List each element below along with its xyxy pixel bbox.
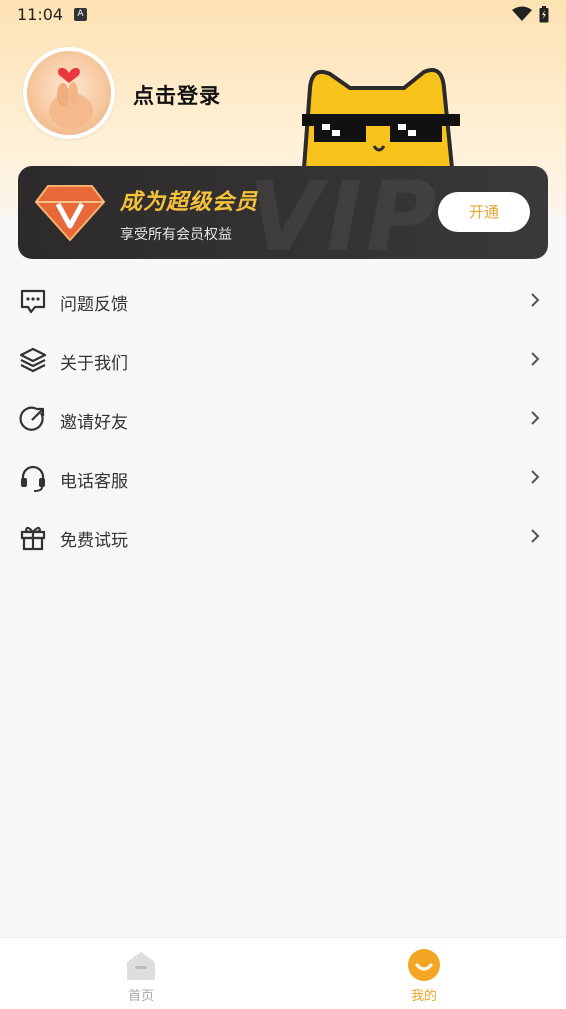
gift-icon bbox=[20, 526, 46, 551]
heart-hand-icon bbox=[49, 67, 93, 129]
status-bar: 11:04 A bbox=[0, 0, 566, 30]
chevron-right-icon bbox=[531, 293, 540, 307]
cat-mascot-illustration bbox=[301, 68, 460, 168]
activate-vip-button[interactable]: 开通 bbox=[438, 192, 530, 232]
menu-label: 关于我们 bbox=[60, 354, 128, 374]
chevron-right-icon bbox=[531, 352, 540, 366]
vip-title: 成为超级会员 bbox=[120, 190, 259, 215]
vip-watermark: VIP bbox=[248, 166, 441, 259]
login-link[interactable]: 点击登录 bbox=[133, 80, 221, 110]
menu-item-invite[interactable]: 邀请好友 bbox=[0, 389, 566, 448]
menu-label: 邀请好友 bbox=[60, 413, 128, 433]
vip-banner[interactable]: VIP 成为超级会员 享受所有会员权益 开通 bbox=[18, 166, 548, 259]
tab-mine[interactable]: 我的 bbox=[364, 938, 484, 1009]
menu-item-feedback[interactable]: 问题反馈 bbox=[0, 271, 566, 330]
menu-item-free-trial[interactable]: 免费试玩 bbox=[0, 507, 566, 566]
vip-diamond-icon bbox=[34, 185, 106, 242]
bottom-navigation: 首页 我的 bbox=[0, 937, 566, 1009]
chevron-right-icon bbox=[531, 529, 540, 543]
menu-label: 电话客服 bbox=[60, 472, 128, 492]
share-arrow-icon bbox=[19, 406, 45, 431]
smile-icon bbox=[408, 949, 440, 981]
menu-label: 问题反馈 bbox=[60, 295, 128, 315]
chevron-right-icon bbox=[531, 411, 540, 425]
avatar[interactable] bbox=[23, 47, 115, 139]
layers-icon bbox=[19, 347, 47, 373]
tab-label: 我的 bbox=[410, 989, 437, 1004]
chevron-right-icon bbox=[531, 470, 540, 484]
battery-icon bbox=[539, 6, 549, 23]
headset-icon bbox=[21, 465, 45, 492]
home-icon bbox=[127, 952, 155, 980]
vip-subtitle: 享受所有会员权益 bbox=[120, 227, 232, 243]
tab-home[interactable]: 首页 bbox=[81, 938, 201, 1009]
menu-label: 免费试玩 bbox=[60, 531, 128, 551]
menu-item-phone-support[interactable]: 电话客服 bbox=[0, 448, 566, 507]
status-time: 11:04 bbox=[17, 5, 64, 24]
tab-label: 首页 bbox=[127, 989, 154, 1004]
settings-menu: 问题反馈 关于我们 邀请好友 电话客服 免费试玩 bbox=[0, 271, 566, 566]
wifi-icon bbox=[512, 6, 532, 21]
notification-badge: A bbox=[74, 8, 87, 21]
menu-item-about[interactable]: 关于我们 bbox=[0, 330, 566, 389]
feedback-icon bbox=[20, 289, 46, 314]
avatar-image bbox=[27, 51, 111, 135]
